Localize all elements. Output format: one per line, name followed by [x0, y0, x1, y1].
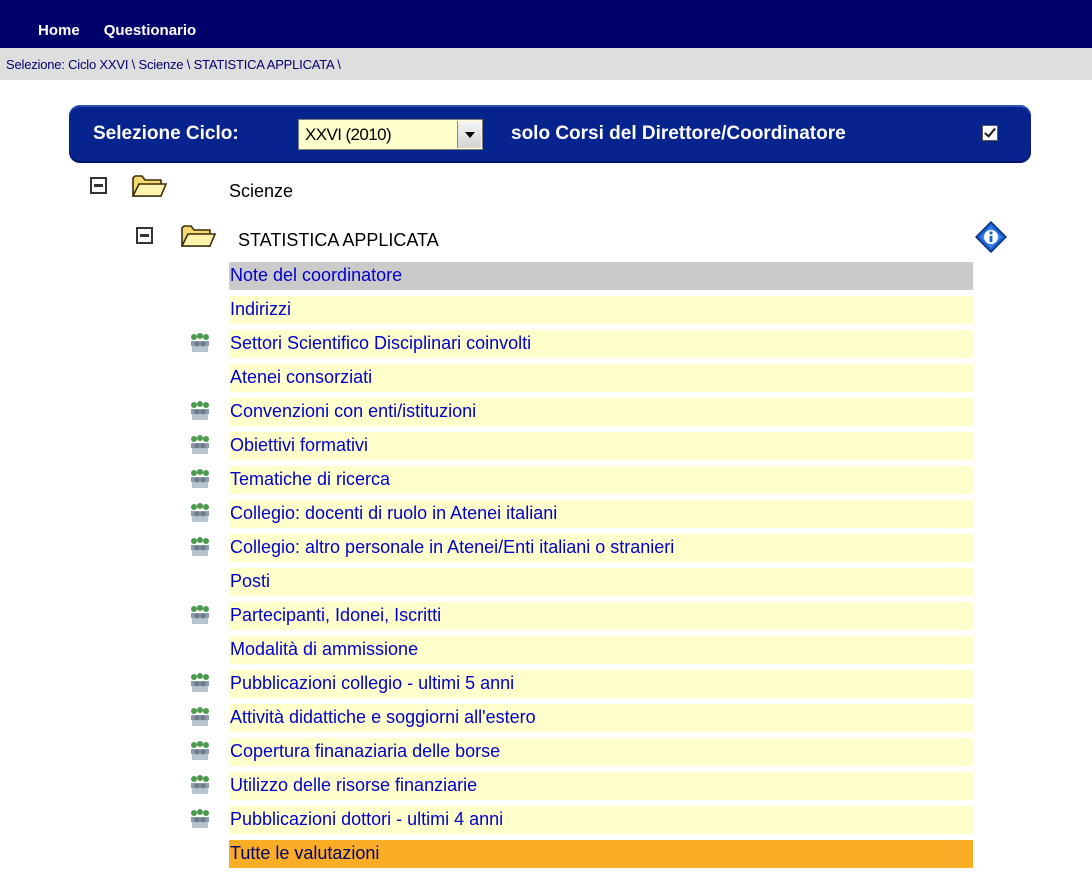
list-item-label: Utilizzo delle risorse finanziarie	[230, 775, 478, 795]
list-item-label: Settori Scientifico Disciplinari coinvol…	[230, 333, 532, 353]
people-group-icon	[191, 605, 209, 624]
nav-home-link[interactable]: Home	[38, 22, 80, 39]
people-group-icon	[191, 333, 209, 352]
list-item-label: Partecipanti, Idonei, Iscritti	[230, 605, 442, 625]
list-item[interactable]: Copertura finanaziaria delle borse	[229, 738, 973, 766]
list-item[interactable]: Convenzioni con enti/istituzioni	[229, 398, 973, 426]
tree-node-scienze[interactable]: Scienze	[229, 181, 293, 202]
list-item[interactable]: Modalità di ammissione	[229, 636, 973, 664]
list-item[interactable]: Tutte le valutazioni	[229, 840, 973, 868]
list-item[interactable]: Utilizzo delle risorse finanziarie	[229, 772, 973, 800]
list-item[interactable]: Collegio: docenti di ruolo in Atenei ita…	[229, 500, 973, 528]
list-item[interactable]: Attività didattiche e soggiorni all'este…	[229, 704, 973, 732]
list-item-label: Copertura finanaziaria delle borse	[230, 741, 501, 761]
list-item[interactable]: Indirizzi	[229, 296, 973, 324]
cycle-select[interactable]: XXVI (2010)	[298, 119, 483, 150]
people-group-icon	[191, 741, 209, 760]
list-item-label: Obiettivi formativi	[230, 435, 369, 455]
list-item[interactable]: Partecipanti, Idonei, Iscritti	[229, 602, 973, 630]
people-group-icon	[191, 775, 209, 794]
list-item-label: Note del coordinatore	[230, 265, 403, 285]
breadcrumb: Selezione: Ciclo XXVI \ Scienze \ STATIS…	[6, 57, 341, 72]
cycle-select-value: XXVI (2010)	[305, 125, 392, 144]
director-only-label: solo Corsi del Direttore/Coordinatore	[511, 123, 846, 144]
list-item-label: Modalità di ammissione	[230, 639, 419, 659]
list-item[interactable]: Collegio: altro personale in Atenei/Enti…	[229, 534, 973, 562]
open-folder-icon	[180, 225, 216, 247]
collapse-course-toggle[interactable]	[136, 227, 153, 244]
people-group-icon	[191, 435, 209, 454]
list-item[interactable]: Atenei consorziati	[229, 364, 973, 392]
list-item[interactable]: Note del coordinatore	[229, 262, 973, 290]
list-item-label: Tutte le valutazioni	[230, 843, 380, 863]
people-group-icon	[191, 673, 209, 692]
list-item-label: Attività didattiche e soggiorni all'este…	[230, 707, 536, 727]
nav-questionario-link[interactable]: Questionario	[104, 22, 197, 39]
list-item-label: Collegio: docenti di ruolo in Atenei ita…	[230, 503, 558, 523]
list-item-label: Convenzioni con enti/istituzioni	[230, 401, 477, 421]
cycle-selector-panel: Selezione Ciclo: XXVI (2010) solo Corsi …	[69, 105, 1031, 163]
list-item-label: Collegio: altro personale in Atenei/Enti…	[230, 537, 675, 557]
cycle-select-label: Selezione Ciclo:	[93, 123, 239, 144]
list-item-label: Tematiche di ricerca	[230, 469, 391, 489]
list-item[interactable]: Settori Scientifico Disciplinari coinvol…	[229, 330, 973, 358]
list-item-label: Posti	[230, 571, 271, 591]
list-item-label: Pubblicazioni dottori - ultimi 4 anni	[230, 809, 504, 829]
people-group-icon	[191, 537, 209, 556]
people-group-icon	[191, 469, 209, 488]
people-group-icon	[191, 401, 209, 420]
list-item[interactable]: Obiettivi formativi	[229, 432, 973, 460]
info-diamond-icon[interactable]	[975, 221, 1007, 253]
open-folder-icon	[131, 175, 167, 197]
breadcrumb-bar: Selezione: Ciclo XXVI \ Scienze \ STATIS…	[0, 48, 1092, 80]
people-group-icon	[191, 809, 209, 828]
top-nav: Home Questionario	[38, 22, 196, 39]
director-only-checkbox[interactable]	[982, 125, 998, 141]
list-item[interactable]: Pubblicazioni collegio - ultimi 5 anni	[229, 670, 973, 698]
people-group-icon	[191, 707, 209, 726]
list-item-label: Atenei consorziati	[230, 367, 373, 387]
collapse-scienze-toggle[interactable]	[90, 177, 107, 194]
tree-node-statistica-applicata[interactable]: STATISTICA APPLICATA	[238, 230, 439, 251]
list-item[interactable]: Pubblicazioni dottori - ultimi 4 anni	[229, 806, 973, 834]
list-item[interactable]: Tematiche di ricerca	[229, 466, 973, 494]
chevron-down-icon[interactable]	[457, 121, 481, 148]
list-item-label: Indirizzi	[230, 299, 292, 319]
list-item[interactable]: Posti	[229, 568, 973, 596]
list-item-label: Pubblicazioni collegio - ultimi 5 anni	[230, 673, 515, 693]
people-group-icon	[191, 503, 209, 522]
top-nav-bar: Home Questionario	[0, 0, 1092, 48]
